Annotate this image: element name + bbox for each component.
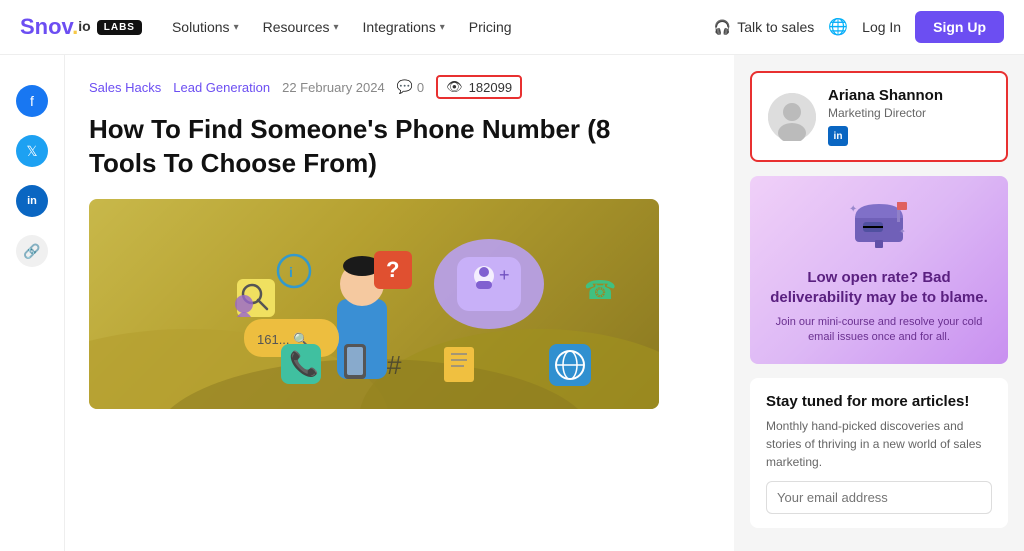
newsletter-title: Stay tuned for more articles! (766, 392, 992, 412)
mailbox-icon: ✦ ✦ (766, 194, 992, 260)
logo[interactable]: Snov.io LABS (20, 14, 142, 40)
main-content: Sales Hacks Lead Generation 22 February … (65, 55, 734, 551)
email-input[interactable] (766, 481, 992, 514)
newsletter-card: Stay tuned for more articles! Monthly ha… (750, 378, 1008, 529)
tag-lead-generation[interactable]: Lead Generation (173, 80, 270, 95)
login-button[interactable]: Log In (862, 19, 901, 35)
author-name: Ariana Shannon (828, 87, 990, 104)
linkedin-icon[interactable]: in (828, 126, 848, 146)
author-role: Marketing Director (828, 106, 990, 120)
article-date: 22 February 2024 (282, 80, 385, 95)
author-info: Ariana Shannon Marketing Director in (828, 87, 990, 146)
article-meta: Sales Hacks Lead Generation 22 February … (89, 75, 710, 99)
author-card: Ariana Shannon Marketing Director in (750, 71, 1008, 162)
svg-text:📞: 📞 (289, 348, 319, 378)
svg-text:#: # (387, 350, 402, 380)
newsletter-description: Monthly hand-picked discoveries and stor… (766, 417, 992, 471)
ad-title: Low open rate? Bad deliverability may be… (766, 268, 992, 307)
svg-text:+: + (499, 265, 510, 285)
chevron-down-icon: ▾ (234, 22, 239, 33)
facebook-share-button[interactable]: f (16, 85, 48, 117)
right-sidebar: Ariana Shannon Marketing Director in (734, 55, 1024, 551)
svg-text:?: ? (386, 257, 399, 282)
article-hero-image: + 161... 🔍 ? i 📞 (89, 199, 659, 409)
navbar: Snov.io LABS Solutions ▾ Resources ▾ Int… (0, 0, 1024, 55)
eye-icon: 👁 (446, 79, 463, 95)
nav-right: 🎧 Talk to sales 🌐 Log In Sign Up (714, 11, 1004, 43)
svg-text:☎: ☎ (584, 275, 616, 305)
linkedin-share-button[interactable]: in (16, 185, 48, 217)
signup-button[interactable]: Sign Up (915, 11, 1004, 43)
svg-text:i: i (289, 264, 293, 280)
views-count: 182099 (469, 80, 512, 95)
ad-banner[interactable]: ✦ ✦ Low open rate? Bad deliverability ma… (750, 176, 1008, 364)
nav-solutions[interactable]: Solutions ▾ (162, 13, 249, 41)
comments-count: 💬 0 (397, 79, 424, 95)
globe-icon[interactable]: 🌐 (828, 17, 848, 37)
labs-badge: LABS (97, 20, 142, 35)
nav-resources[interactable]: Resources ▾ (253, 13, 349, 41)
svg-text:✦: ✦ (849, 204, 857, 215)
article-title: How To Find Someone's Phone Number (8 To… (89, 113, 669, 181)
views-box: 👁 182099 (436, 75, 522, 99)
nav-pricing[interactable]: Pricing (459, 13, 522, 41)
nav-links: Solutions ▾ Resources ▾ Integrations ▾ P… (162, 13, 522, 41)
copy-link-button[interactable]: 🔗 (16, 235, 48, 267)
avatar (768, 93, 816, 141)
nav-integrations[interactable]: Integrations ▾ (353, 13, 455, 41)
twitter-share-button[interactable]: 𝕏 (16, 135, 48, 167)
logo-text: Snov.io (20, 14, 91, 40)
ad-description: Join our mini-course and resolve your co… (766, 315, 992, 346)
tag-sales-hacks[interactable]: Sales Hacks (89, 80, 161, 95)
chevron-down-icon: ▾ (440, 22, 445, 33)
talk-sales-link[interactable]: 🎧 Talk to sales (714, 19, 814, 36)
chevron-down-icon: ▾ (334, 22, 339, 33)
headphone-icon: 🎧 (714, 19, 731, 36)
page-body: f 𝕏 in 🔗 Sales Hacks Lead Generation 22 … (0, 55, 1024, 551)
comment-icon: 💬 (397, 79, 413, 95)
svg-text:✦: ✦ (899, 227, 906, 236)
social-sidebar: f 𝕏 in 🔗 (0, 55, 65, 551)
